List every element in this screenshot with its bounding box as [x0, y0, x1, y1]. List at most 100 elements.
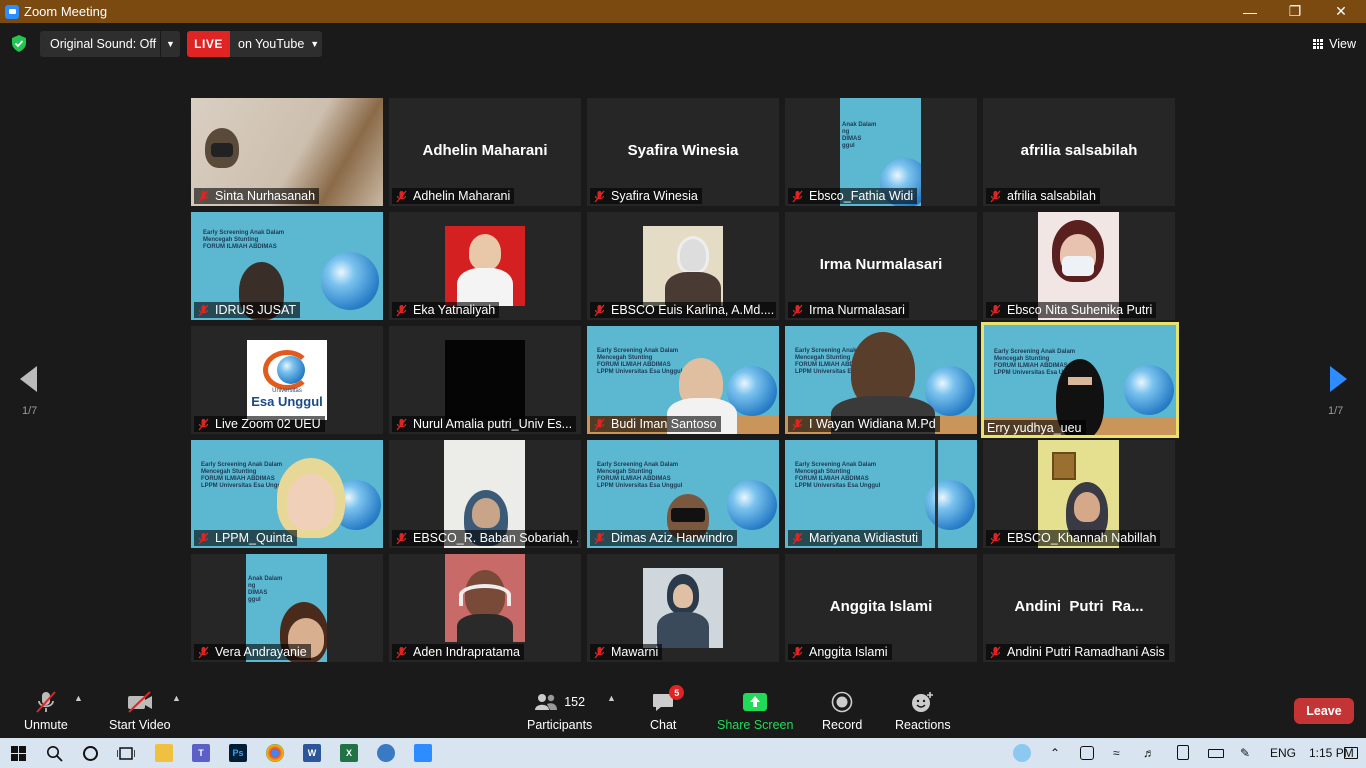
participant-nameplate: EBSCO_Khannah Nabillah [986, 530, 1161, 546]
participant-photo [445, 554, 525, 642]
chat-unread-badge: 5 [669, 685, 685, 700]
share-screen-button[interactable]: Share Screen [717, 689, 793, 732]
participant-tile[interactable]: Adhelin Maharani Adhelin Maharani [389, 98, 581, 206]
app-icon[interactable] [377, 744, 395, 762]
active-speaker-tile[interactable]: Early Screening Anak Dalam Mencegah Stunt… [981, 322, 1179, 438]
participant-tile[interactable]: Irma Nurmalasari Irma Nurmalasari [785, 212, 977, 320]
participant-big-name: Irma Nurmalasari [819, 256, 943, 273]
participants-options-caret-icon[interactable]: ▲ [607, 693, 616, 703]
participant-tile[interactable]: Early Screening Anak Dalam Mencegah Stunt… [587, 440, 779, 548]
muted-mic-icon [198, 646, 209, 658]
muted-mic-icon [792, 304, 803, 316]
security-shield-icon[interactable] [11, 35, 27, 52]
participant-tile[interactable]: Early Screening Anak Dalam Mencegah Stunt… [191, 212, 383, 320]
participant-name: Mawarni [611, 645, 659, 659]
video-off-icon [127, 691, 152, 713]
chevron-down-icon[interactable]: ▼ [160, 31, 180, 57]
input-language[interactable]: ENG [1270, 746, 1296, 760]
next-page-arrow-icon[interactable] [1330, 366, 1347, 392]
muted-mic-icon [396, 646, 407, 658]
muted-mic-icon [792, 190, 803, 202]
windows-start-icon[interactable] [11, 746, 26, 761]
participant-nameplate: EBSCO Euis Karlina, A.Md.... [590, 302, 776, 318]
pen-icon[interactable]: ✎ [1240, 746, 1250, 760]
view-button[interactable]: View [1313, 35, 1356, 53]
grid-view-icon [1313, 39, 1324, 49]
reactions-label: Reactions [895, 718, 951, 732]
record-button[interactable]: Record [822, 689, 862, 732]
participant-name: Ebsco_Fathia Widi [809, 189, 914, 203]
participant-tile[interactable]: Universitas Esa Unggul Live Zoom 02 UEU [191, 326, 383, 434]
weather-icon[interactable] [1013, 744, 1031, 762]
leave-button[interactable]: Leave [1294, 698, 1354, 724]
participant-tile[interactable]: Early Screening Anak Dalam Mencegah Stunt… [785, 326, 977, 434]
participant-tile[interactable]: Sinta Nurhasanah [191, 98, 383, 206]
reactions-button[interactable]: Reactions [895, 689, 951, 732]
battery-icon[interactable] [1208, 749, 1224, 758]
word-icon[interactable]: W [303, 744, 321, 762]
participant-tile[interactable]: Early Screening Anak Dalam Mencegah Stunt… [587, 326, 779, 434]
participant-big-name: Andini Putri Ra... [1014, 598, 1144, 615]
participant-tile[interactable]: EBSCO Euis Karlina, A.Md.... [587, 212, 779, 320]
wifi-icon[interactable]: ≈ [1113, 746, 1120, 760]
original-sound-label: Original Sound: Off [50, 37, 157, 51]
volume-icon[interactable]: ♬ [1143, 746, 1155, 760]
participant-tile[interactable]: Mawarni [587, 554, 779, 662]
participant-photo [643, 568, 723, 648]
participant-tile[interactable]: Ebsco Nita Suhenika Putri [983, 212, 1175, 320]
task-view-icon[interactable] [117, 745, 135, 762]
maximize-icon[interactable]: ❐ [1272, 0, 1318, 23]
participant-tile[interactable]: Early Screening Anak Dalam Mencegah Stunt… [191, 440, 383, 548]
participant-tile[interactable]: Early Screening Anak Dalam Mencegah Stunt… [785, 440, 977, 548]
excel-icon[interactable]: X [340, 744, 358, 762]
participant-name: EBSCO_Khannah Nabillah [1007, 531, 1157, 545]
participant-tile[interactable]: Eka Yatnaliyah [389, 212, 581, 320]
unmute-button[interactable]: Unmute [24, 689, 68, 732]
participant-name: Andini Putri Ramadhani Asis [1007, 645, 1165, 659]
original-sound-button[interactable]: Original Sound: Off ▼ [40, 31, 180, 57]
slide-text: Early Screening Anak Dalam Mencegah Stunt… [597, 348, 683, 375]
teams-icon[interactable]: T [192, 744, 210, 762]
participants-button[interactable]: 152 Participants [527, 689, 592, 732]
participant-tile[interactable]: Aden Indrapratama [389, 554, 581, 662]
participant-nameplate: afrilia salsabilah [986, 188, 1100, 204]
participant-name: Mariyana Widiastuti [809, 531, 919, 545]
video-options-caret-icon[interactable]: ▲ [172, 693, 181, 703]
search-icon[interactable] [46, 745, 63, 762]
chat-button[interactable]: 5 Chat [650, 685, 685, 732]
participant-tile[interactable]: Anak Dalam ng DIMAS ggul Ebsco_Fathia Widi [785, 98, 977, 206]
view-label: View [1329, 37, 1356, 51]
zoom-taskbar-icon[interactable] [414, 744, 432, 762]
cortana-icon[interactable] [82, 745, 99, 762]
participant-tile[interactable]: Nurul Amalia putri_Univ Es... [389, 326, 581, 434]
start-video-button[interactable]: Start Video [109, 689, 171, 732]
participant-name: Adhelin Maharani [413, 189, 511, 203]
participant-name: Sinta Nurhasanah [215, 189, 316, 203]
chrome-icon[interactable] [266, 744, 284, 762]
chevron-up-icon[interactable]: ⌃ [1050, 746, 1060, 760]
tray-app-icon[interactable] [1080, 746, 1094, 760]
participant-tile[interactable]: EBSCO_R. Baban Sobariah, ... [389, 440, 581, 548]
muted-mic-icon [594, 304, 605, 316]
participant-photo [445, 340, 525, 420]
participant-tile[interactable]: Andini Putri Ra... Andini Putri Ramadhan… [983, 554, 1175, 662]
participant-name: LPPM_Quinta [215, 531, 293, 545]
close-icon[interactable]: ✕ [1318, 0, 1364, 23]
notifications-icon[interactable] [1344, 747, 1358, 759]
previous-page-arrow-icon[interactable] [20, 366, 37, 392]
participants-count: 152 [564, 695, 586, 709]
participant-tile[interactable]: Syafira Winesia Syafira Winesia [587, 98, 779, 206]
participant-name: Syafira Winesia [611, 189, 698, 203]
audio-options-caret-icon[interactable]: ▲ [74, 693, 83, 703]
security-tray-icon[interactable] [1177, 745, 1189, 760]
participant-nameplate: Live Zoom 02 UEU [194, 416, 325, 432]
file-explorer-icon[interactable] [155, 744, 173, 762]
live-target-label: on YouTube [238, 37, 305, 51]
participant-tile[interactable]: afrilia salsabilah afrilia salsabilah [983, 98, 1175, 206]
participant-tile[interactable]: Anggita Islami Anggita Islami [785, 554, 977, 662]
participant-tile[interactable]: Anak Dalam ng DIMAS ggul Vera Andrayanie [191, 554, 383, 662]
participant-tile[interactable]: EBSCO_Khannah Nabillah [983, 440, 1175, 548]
minimize-icon[interactable]: — [1227, 0, 1273, 23]
live-youtube-button[interactable]: on YouTube ▼ [230, 31, 322, 57]
photoshop-icon[interactable]: Ps [229, 744, 247, 762]
